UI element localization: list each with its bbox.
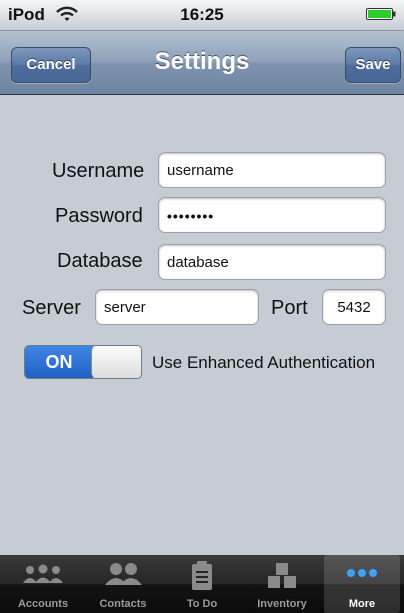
- password-field[interactable]: ••••••••: [158, 197, 386, 233]
- port-field[interactable]: 5432: [322, 289, 386, 325]
- inventory-icon: [268, 563, 296, 588]
- username-field[interactable]: username: [158, 152, 386, 188]
- enhanced-auth-toggle[interactable]: ON: [24, 345, 142, 379]
- username-label: Username: [52, 160, 145, 182]
- password-label: Password: [55, 205, 143, 227]
- server-field[interactable]: server: [95, 289, 259, 325]
- tab-contacts[interactable]: Contacts: [85, 555, 161, 613]
- toggle-knob[interactable]: [91, 346, 141, 378]
- tab-more[interactable]: More: [324, 555, 400, 613]
- save-button[interactable]: Save: [345, 47, 401, 83]
- navigation-bar: Cancel Settings Save: [0, 31, 404, 95]
- tab-more-label: More: [348, 598, 376, 610]
- port-label: Port: [271, 297, 308, 319]
- tab-accounts[interactable]: Accounts: [5, 555, 81, 613]
- status-bar: iPod 16:25: [0, 0, 404, 31]
- enhanced-auth-label: Use Enhanced Authentication: [152, 353, 376, 372]
- tab-bar: Accounts Contacts To Do Inventory More: [0, 555, 404, 613]
- more-icon: [347, 569, 377, 577]
- clock: 16:25: [180, 5, 224, 24]
- contacts-icon: [105, 563, 142, 585]
- todo-icon: [192, 561, 212, 590]
- tab-accounts-label: Accounts: [17, 598, 69, 610]
- page-title: Settings: [154, 48, 250, 75]
- tab-inventory-label: Inventory: [257, 598, 307, 610]
- tab-todo[interactable]: To Do: [164, 555, 240, 613]
- battery-icon: [366, 8, 396, 20]
- database-label: Database: [57, 250, 143, 272]
- toggle-on-label: ON: [25, 346, 93, 378]
- database-field[interactable]: database: [158, 244, 386, 280]
- accounts-icon: [23, 564, 63, 583]
- tab-todo-label: To Do: [186, 598, 218, 610]
- server-label: Server: [22, 297, 81, 319]
- tab-contacts-label: Contacts: [99, 598, 147, 610]
- tab-inventory[interactable]: Inventory: [244, 555, 320, 613]
- settings-screen: iPod 16:25 Cancel Settings Save Username…: [0, 0, 404, 613]
